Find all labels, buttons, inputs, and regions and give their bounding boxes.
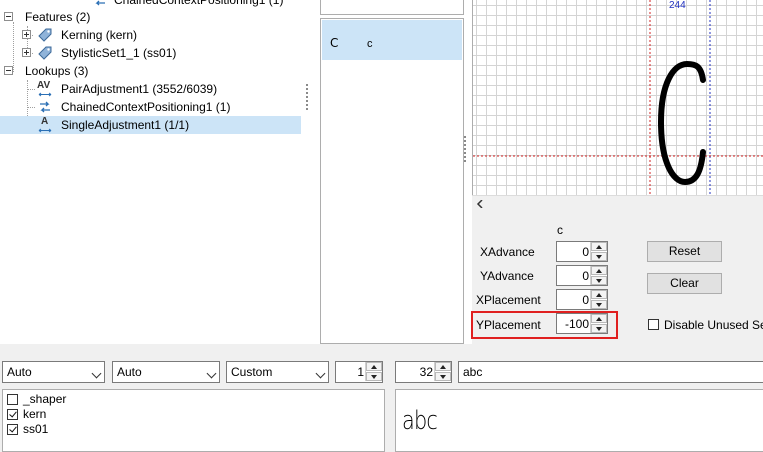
decrement-button[interactable] bbox=[591, 300, 607, 309]
tree-item-label: PairAdjustment1 (3552/6039) bbox=[61, 82, 218, 96]
font-size-spinner[interactable]: 32 bbox=[395, 361, 452, 383]
splitter-grip[interactable] bbox=[306, 84, 310, 110]
index-value[interactable]: 1 bbox=[357, 365, 364, 379]
tree-item-label: ChainedContextPositioning1 (1) bbox=[61, 100, 231, 114]
glyph-outline[interactable] bbox=[657, 60, 706, 186]
tree-item-label: ChainedContextPositioning1 (1) bbox=[114, 0, 284, 7]
scroll-left-icon[interactable] bbox=[476, 200, 484, 208]
increment-button[interactable] bbox=[591, 242, 607, 251]
glyph-list-header bbox=[320, 0, 464, 15]
font-size-value[interactable]: 32 bbox=[420, 365, 433, 379]
combo-value: Auto bbox=[117, 365, 142, 379]
yadvance-label: YAdvance bbox=[480, 269, 534, 283]
expand-toggle[interactable] bbox=[22, 30, 31, 39]
icon-glyph: AV bbox=[37, 80, 51, 91]
increment-button[interactable] bbox=[366, 362, 382, 371]
expand-toggle[interactable] bbox=[22, 48, 31, 57]
tree-item-label: StylisticSet1_1 (ss01) bbox=[61, 46, 177, 60]
glyph-guides bbox=[473, 0, 763, 196]
preview-text-value[interactable]: abc bbox=[463, 365, 482, 379]
features-mode-combo[interactable]: Custom bbox=[226, 361, 329, 383]
xplacement-spinner[interactable]: 0 bbox=[556, 289, 608, 310]
script-combo[interactable]: Auto bbox=[2, 361, 105, 383]
decrement-button[interactable] bbox=[591, 276, 607, 285]
index-spinner[interactable]: 1 bbox=[335, 361, 383, 383]
glyph-name: c bbox=[367, 38, 373, 50]
tree-node-label: Features (2) bbox=[25, 10, 91, 24]
decrement-button[interactable] bbox=[435, 372, 451, 381]
xadvance-spinner[interactable]: 0 bbox=[556, 241, 608, 262]
yadvance-value[interactable]: 0 bbox=[582, 269, 589, 283]
text-preview: abc bbox=[395, 389, 763, 452]
chained-context-icon bbox=[95, 0, 105, 6]
xadvance-label: XAdvance bbox=[480, 245, 535, 259]
disable-unused-checkbox-row[interactable]: Disable Unused Set bbox=[648, 317, 763, 333]
glyph-preview: C bbox=[330, 36, 339, 50]
disable-unused-checkbox[interactable] bbox=[648, 319, 659, 330]
feature-label: _shaper bbox=[23, 392, 67, 406]
feature-label: ss01 bbox=[23, 422, 49, 436]
preview-text-input[interactable]: abc bbox=[458, 361, 763, 383]
clear-button[interactable]: Clear bbox=[647, 273, 722, 294]
lookup-tree[interactable]: ChainedContextPositioning1 (1) Features … bbox=[0, 0, 301, 344]
combo-value: Auto bbox=[7, 365, 32, 379]
disable-unused-label: Disable Unused Set bbox=[664, 318, 763, 332]
tree-item-label: Kerning (kern) bbox=[61, 28, 138, 42]
reset-button[interactable]: Reset bbox=[647, 241, 722, 262]
decrement-button[interactable] bbox=[591, 252, 607, 261]
list-item-selected[interactable]: C c bbox=[322, 20, 462, 60]
arrows-icon bbox=[38, 128, 52, 133]
feature-checklist[interactable]: _shaper kern ss01 bbox=[2, 389, 385, 452]
icon-glyph: A bbox=[41, 116, 49, 127]
metric-label: 244 bbox=[669, 0, 686, 11]
arrows-icon bbox=[38, 92, 52, 97]
increment-button[interactable] bbox=[591, 266, 607, 275]
glyph-name-heading: c bbox=[557, 223, 563, 237]
tree-item-label: SingleAdjustment1 (1/1) bbox=[61, 118, 190, 132]
chained-context-icon bbox=[40, 101, 50, 113]
highlight-box bbox=[471, 311, 618, 339]
preview-rendered-text: abc bbox=[402, 406, 438, 436]
increment-button[interactable] bbox=[591, 290, 607, 299]
increment-button[interactable] bbox=[435, 362, 451, 371]
collapse-toggle[interactable] bbox=[4, 12, 13, 21]
feature-checkbox[interactable] bbox=[7, 409, 18, 420]
tree-item-single-adjustment[interactable]: A SingleAdjustment1 (1/1) bbox=[0, 116, 301, 134]
xadvance-value[interactable]: 0 bbox=[582, 245, 589, 259]
combo-value: Custom bbox=[231, 365, 273, 379]
feature-checkbox[interactable] bbox=[7, 394, 18, 405]
xplacement-value[interactable]: 0 bbox=[582, 293, 589, 307]
feature-label: kern bbox=[23, 407, 47, 421]
splitter-grip[interactable] bbox=[464, 136, 468, 162]
chevron-down-icon bbox=[315, 368, 326, 379]
xplacement-label: XPlacement bbox=[476, 293, 541, 307]
language-combo[interactable]: Auto bbox=[112, 361, 220, 383]
horizontal-scrollbar[interactable] bbox=[472, 195, 763, 212]
yadvance-spinner[interactable]: 0 bbox=[556, 265, 608, 286]
glyph-editor-canvas[interactable]: 244 bbox=[472, 0, 763, 196]
chevron-down-icon bbox=[206, 368, 217, 379]
tree-node-label: Lookups (3) bbox=[25, 64, 89, 78]
feature-tag-icon bbox=[38, 46, 52, 60]
feature-tag-icon bbox=[38, 28, 52, 42]
chevron-down-icon bbox=[91, 368, 102, 379]
decrement-button[interactable] bbox=[366, 372, 382, 381]
collapse-toggle[interactable] bbox=[4, 66, 13, 75]
feature-checkbox[interactable] bbox=[7, 424, 18, 435]
glyph-list[interactable]: C c bbox=[320, 18, 464, 344]
